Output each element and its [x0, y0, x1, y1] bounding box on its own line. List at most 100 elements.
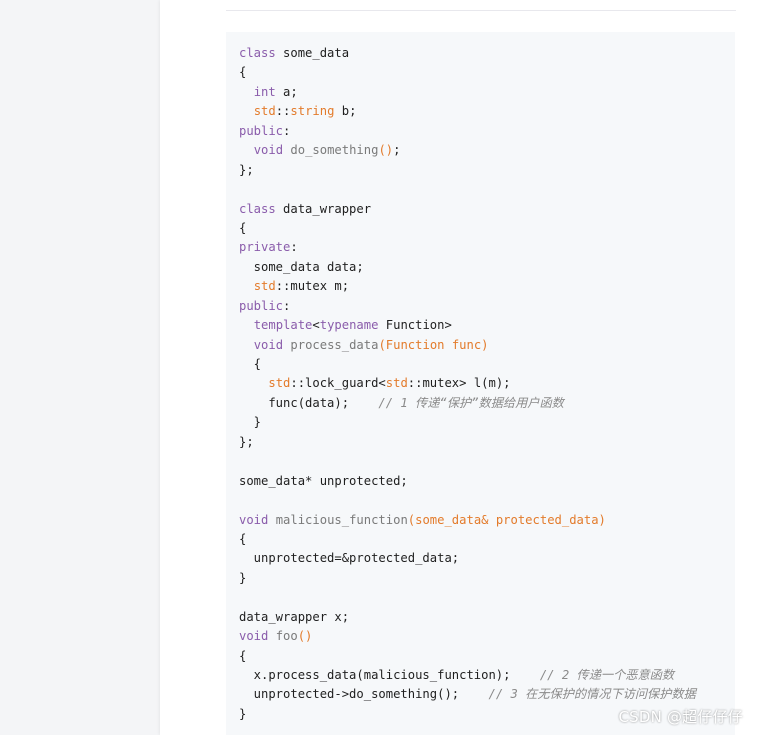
code-token: some_data: [275, 46, 350, 60]
code-line: {: [239, 530, 696, 549]
code-token: };: [239, 434, 254, 449]
code-token: std: [253, 104, 276, 119]
code-token: ::lock_guard<: [290, 376, 386, 391]
code-token: private: [239, 240, 291, 255]
code-token: data_wrapper x;: [239, 609, 350, 624]
code-token: {: [239, 531, 247, 546]
code-token: template: [253, 318, 313, 333]
code-token: public: [239, 298, 284, 313]
code-line: std::string b;: [239, 102, 696, 121]
code-token: malicious_function: [275, 512, 408, 527]
code-token: void: [253, 337, 284, 352]
code-line: };: [239, 161, 696, 180]
code-line: std::mutex m;: [239, 277, 696, 296]
code-token: std: [253, 279, 276, 294]
code-token: {: [239, 357, 262, 371]
code-listing[interactable]: class some_data{ int a; std::string b; pu…: [239, 44, 696, 724]
code-token: process_data: [290, 337, 379, 352]
code-token: };: [239, 162, 254, 177]
code-token: }: [239, 570, 247, 585]
code-token: typename: [319, 318, 379, 333]
code-line: {: [239, 63, 696, 82]
code-line: func(data); // 1 传递“保护”数据给用户函数: [239, 394, 696, 413]
code-token: void: [239, 512, 269, 527]
code-comment: // 2 传递一个恶意函数: [539, 668, 675, 682]
code-line: data_wrapper x;: [239, 608, 696, 627]
code-line: }: [239, 569, 696, 588]
code-line: void process_data(Function func): [239, 336, 696, 355]
code-comment: // 3 在无保护的情况下访问保护数据: [488, 687, 696, 702]
code-token: std: [385, 376, 408, 391]
code-token: {: [239, 65, 247, 80]
csdn-watermark: CSDN @超仔仔仔: [618, 708, 743, 726]
code-token: void: [253, 143, 284, 158]
code-token: class: [239, 46, 276, 60]
code-token: a;: [275, 84, 298, 99]
code-line: {: [239, 219, 696, 238]
code-line: public:: [239, 122, 696, 141]
code-token: func(data);: [239, 395, 379, 410]
code-token: :: [283, 298, 291, 313]
code-token: b;: [334, 104, 357, 119]
code-token: ::: [275, 104, 291, 119]
code-line: public:: [239, 297, 696, 316]
code-line: };: [239, 433, 696, 452]
code-line: class data_wrapper: [239, 200, 696, 219]
code-token: Function>: [378, 318, 452, 333]
code-token: (): [378, 143, 394, 158]
code-token: (Function func): [378, 337, 489, 352]
code-token: void: [239, 629, 269, 644]
code-line: void foo(): [239, 627, 696, 646]
code-line: class some_data: [239, 44, 696, 63]
code-line: int a;: [239, 83, 696, 102]
code-line: private:: [239, 238, 696, 257]
code-token: ::mutex m;: [275, 279, 350, 294]
code-token: ;: [393, 143, 401, 158]
code-line: {: [239, 647, 696, 666]
code-token: class: [239, 201, 276, 216]
code-comment: // 1 传递“保护”数据给用户函数: [378, 395, 564, 410]
code-token: do_something: [290, 143, 379, 158]
code-token: ::mutex> l(m);: [407, 376, 511, 391]
code-line: unprotected=&protected_data;: [239, 549, 696, 568]
code-token: some_data data;: [239, 259, 364, 274]
code-token: <: [312, 318, 320, 333]
code-token: data_wrapper: [275, 201, 372, 216]
code-token: }: [239, 706, 247, 721]
code-line: unprotected->do_something(); // 3 在无保护的情…: [239, 685, 696, 704]
code-line: x.process_data(malicious_function); // 2…: [239, 666, 696, 685]
code-token: public: [239, 123, 284, 138]
code-token: x.process_data(malicious_function);: [239, 668, 540, 682]
code-token: unprotected->do_something();: [239, 687, 489, 702]
code-token: unprotected=&protected_data;: [239, 551, 460, 566]
code-token: (some_data& protected_data): [407, 512, 606, 527]
code-block[interactable]: class some_data{ int a; std::string b; pu…: [226, 32, 735, 735]
code-token: some_data* unprotected;: [239, 473, 408, 488]
code-token: int: [253, 84, 276, 99]
code-line: some_data data;: [239, 258, 696, 277]
code-line: template<typename Function>: [239, 316, 696, 335]
code-token: std: [268, 376, 291, 391]
code-token: :: [290, 240, 298, 255]
code-line: {: [239, 355, 696, 374]
code-token: }: [239, 415, 262, 430]
code-token: :: [283, 123, 291, 138]
code-token: foo: [275, 629, 298, 644]
page: class some_data{ int a; std::string b; pu…: [0, 0, 758, 735]
code-line: }: [239, 413, 696, 432]
code-line: some_data* unprotected;: [239, 472, 696, 491]
code-token: (): [297, 629, 313, 644]
code-line: void malicious_function(some_data& prote…: [239, 511, 696, 530]
